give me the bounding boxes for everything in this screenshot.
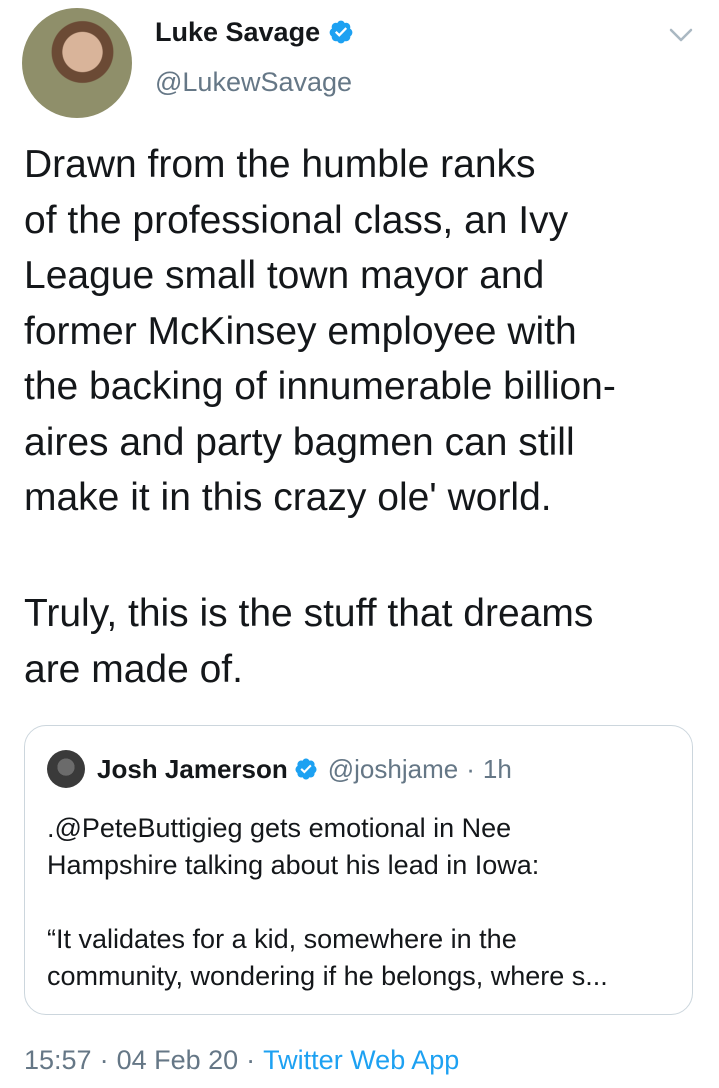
tweet-footer: 15:57 · 04 Feb 20 · Twitter Web App: [24, 1042, 459, 1078]
quoted-separator: ·: [466, 753, 475, 784]
author-avatar[interactable]: [22, 8, 132, 118]
footer-separator: ·: [99, 1045, 109, 1075]
quoted-author-name: Josh Jamerson: [97, 753, 288, 784]
verified-badge-icon: [329, 20, 353, 44]
quoted-tweet-card[interactable]: Josh Jamerson @joshjame · 1h .@PeteButti…: [24, 725, 693, 1015]
quoted-timestamp: 1h: [482, 753, 512, 784]
footer-separator: ·: [246, 1045, 256, 1075]
tweet-text-paragraph-2: Truly, this is the stuff that dreams are…: [24, 592, 594, 691]
quoted-tweet-text: .@PeteButtigieg gets emotional in Nee Ha…: [47, 813, 608, 991]
source-app-link[interactable]: Twitter Web App: [263, 1042, 459, 1078]
chevron-down-icon[interactable]: [666, 20, 696, 50]
quoted-author-handle: @joshjame: [327, 753, 459, 784]
author-name[interactable]: Luke Savage: [155, 14, 320, 50]
tweet-time: 15:57: [24, 1045, 92, 1075]
quoted-tweet-header: Josh Jamerson @joshjame · 1h: [97, 750, 512, 788]
tweet-date: 04 Feb 20: [116, 1045, 239, 1075]
tweet-text: Drawn from the humble ranks of the profe…: [24, 143, 616, 519]
author-name-row: Luke Savage: [155, 14, 354, 50]
quoted-author-avatar: [47, 750, 85, 788]
verified-badge-icon: [295, 758, 317, 780]
tweet-header: Luke Savage @LukewSavage: [0, 0, 719, 120]
author-handle[interactable]: @LukewSavage: [155, 64, 352, 100]
